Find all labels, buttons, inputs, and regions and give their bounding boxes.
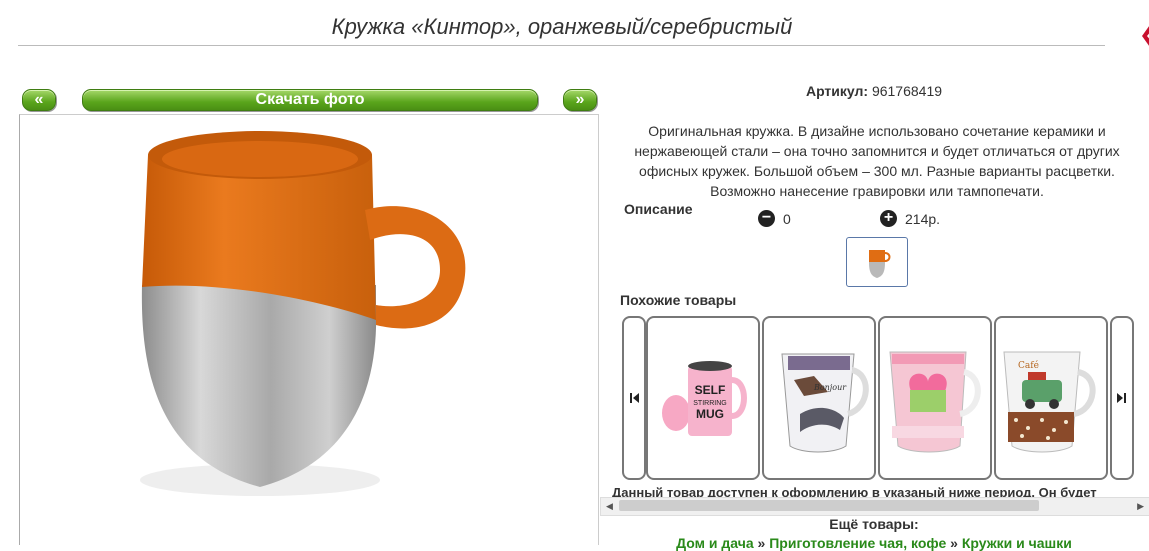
plus-value: 214р. <box>905 210 941 227</box>
carousel-next-icon <box>1117 393 1126 403</box>
cafe-mug-image: Café <box>1003 351 1096 453</box>
minus-icon[interactable]: − <box>758 210 775 227</box>
product-photo-frame <box>19 114 599 545</box>
description-label: Описание <box>624 201 693 217</box>
similar-item-3[interactable] <box>878 316 992 480</box>
more-products-label: Ещё товары: <box>829 516 919 532</box>
side-tab-icon[interactable] <box>1140 22 1149 50</box>
self-stirring-mug-image: SELF STIRRING MUG <box>662 361 747 436</box>
scroll-right-icon[interactable]: ▶ <box>1137 501 1144 512</box>
download-photo-button[interactable]: Скачать фото <box>82 89 538 111</box>
breadcrumb-separator: » <box>757 535 766 551</box>
sku: Артикул: 961768419 <box>600 83 1148 99</box>
next-photo-button[interactable]: » <box>563 89 597 111</box>
breadcrumb-link-home[interactable]: Дом и дача <box>676 535 754 551</box>
similar-item-4-text1: Café <box>1018 360 1039 371</box>
similar-item-1-text3: MUG <box>696 407 724 421</box>
plus-icon[interactable]: + <box>880 210 897 227</box>
similar-item-1[interactable]: SELF STIRRING MUG <box>646 316 760 480</box>
carousel-next-button[interactable] <box>1110 316 1134 480</box>
bonjour-mug-image: Bonjour <box>781 353 869 453</box>
heart-mug-image <box>889 351 981 453</box>
similar-item-1-text2: STIRRING <box>693 400 726 407</box>
product-description: Оригинальная кружка. В дизайне использов… <box>634 123 1120 199</box>
similar-item-1-text1: SELF <box>695 383 726 397</box>
sku-value: 961768419 <box>871 83 943 99</box>
breadcrumb: Дом и дача » Приготовление чая, кофе » К… <box>600 535 1148 551</box>
minus-value: 0 <box>783 210 791 227</box>
title-divider <box>18 45 1105 46</box>
similar-products-label: Похожие товары <box>620 292 737 308</box>
scroll-left-icon[interactable]: ◀ <box>606 501 613 512</box>
similar-item-4[interactable]: Café <box>994 316 1108 480</box>
decrement-control: − 0 <box>758 210 791 227</box>
product-photo[interactable] <box>20 115 598 545</box>
carousel-prev-button[interactable] <box>622 316 646 480</box>
increment-control: + 214р. <box>880 210 940 227</box>
breadcrumb-separator: » <box>950 535 958 551</box>
similar-item-2-text1: Bonjour <box>813 383 847 392</box>
similar-item-2[interactable]: Bonjour <box>762 316 876 480</box>
scrollbar-thumb[interactable] <box>619 500 1039 511</box>
prev-photo-button[interactable]: « <box>22 89 56 111</box>
breadcrumb-link-mugs[interactable]: Кружки и чашки <box>962 535 1072 551</box>
page-title: Кружка «Кинтор», оранжевый/серебристый <box>331 14 793 39</box>
photo-thumbnail[interactable] <box>846 237 908 287</box>
carousel-prev-icon <box>630 393 639 403</box>
breadcrumb-link-tea-coffee[interactable]: Приготовление чая, кофе <box>769 535 946 551</box>
mug-thumbnail-image <box>869 250 891 278</box>
sku-label: Артикул: <box>805 83 869 99</box>
horizontal-scrollbar[interactable]: ◀ ▶ <box>600 497 1149 516</box>
